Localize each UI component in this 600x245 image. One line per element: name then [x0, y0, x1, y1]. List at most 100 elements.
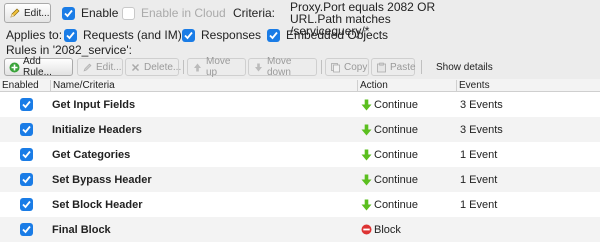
delete-rule-label: Delete...	[144, 61, 182, 73]
checkbox-unchecked-icon	[122, 6, 135, 20]
checkbox-checked-icon	[20, 148, 33, 161]
row-events: 1 Event	[460, 173, 498, 186]
green-down-arrow-icon	[361, 199, 372, 211]
row-action: Continue	[361, 117, 418, 142]
add-rule-button[interactable]: Add Rule...	[4, 56, 73, 78]
table-header: Enabled Name/Criteria Action Events	[0, 79, 600, 92]
edit-button[interactable]: Edit...	[4, 3, 51, 23]
row-action: Continue	[361, 142, 418, 167]
row-action: Continue	[361, 167, 418, 192]
rules-toolbar: Add Rule... Edit... Delete... Move up Mo…	[0, 56, 600, 78]
checkbox-checked-icon	[182, 28, 195, 42]
row-enabled-checkbox[interactable]	[20, 142, 33, 167]
row-name: Initialize Headers	[52, 123, 142, 136]
edit-button-label: Edit...	[24, 7, 50, 19]
pencil-icon	[9, 7, 21, 19]
green-down-arrow-icon	[361, 149, 372, 161]
checkbox-checked-icon	[20, 98, 33, 111]
row-action: Block	[361, 217, 401, 242]
copy-label: Copy	[344, 61, 368, 73]
row-events: 1 Event	[460, 198, 498, 211]
row-enabled-checkbox[interactable]	[20, 92, 33, 117]
checkbox-checked-icon	[20, 123, 33, 136]
paste-icon	[376, 62, 387, 73]
row-enabled-checkbox[interactable]	[20, 217, 33, 242]
add-icon	[9, 62, 20, 73]
row-action-label: Continue	[374, 123, 419, 136]
table-row[interactable]: Get Categories Continue 1 Event	[0, 142, 600, 167]
row-enabled-checkbox[interactable]	[20, 167, 33, 192]
add-rule-label: Add Rule...	[23, 56, 52, 78]
enable-checkbox[interactable]: Enable	[62, 6, 118, 20]
header-action[interactable]: Action	[357, 80, 456, 92]
row-name: Get Categories	[52, 148, 131, 161]
arrow-down-icon	[253, 62, 264, 73]
copy-icon	[330, 62, 341, 73]
row-action-label: Continue	[374, 173, 419, 186]
header-events[interactable]: Events	[456, 80, 600, 92]
table-row[interactable]: Initialize Headers Continue 3 Events	[0, 117, 600, 142]
checkbox-checked-icon	[20, 173, 33, 186]
show-details-button[interactable]: Show details	[431, 58, 499, 76]
arrow-up-icon	[192, 62, 203, 73]
row-action: Continue	[361, 92, 418, 117]
table-row[interactable]: Set Block Header Continue 1 Event	[0, 192, 600, 217]
checkbox-checked-icon	[62, 6, 75, 20]
row-action-label: Continue	[374, 98, 419, 111]
enable-in-cloud-checkbox[interactable]: Enable in Cloud	[122, 6, 226, 20]
responses-checkbox[interactable]: Responses	[182, 28, 261, 42]
delete-icon	[130, 62, 141, 73]
checkbox-checked-icon	[20, 198, 33, 211]
red-stop-icon	[361, 224, 372, 235]
header-enabled[interactable]: Enabled	[0, 80, 50, 92]
move-down-label: Move down	[267, 56, 292, 78]
paste-button[interactable]: Paste	[371, 58, 416, 76]
row-action-label: Block	[374, 223, 401, 236]
row-enabled-checkbox[interactable]	[20, 192, 33, 217]
row-name: Final Block	[52, 223, 111, 236]
toolbar-divider	[183, 60, 184, 74]
row-name: Set Block Header	[52, 198, 143, 211]
table-row[interactable]: Set Bypass Header Continue 1 Event	[0, 167, 600, 192]
green-down-arrow-icon	[361, 99, 372, 111]
enable-label: Enable	[81, 6, 119, 20]
delete-rule-button[interactable]: Delete...	[125, 58, 182, 76]
green-down-arrow-icon	[361, 174, 372, 186]
move-down-button[interactable]: Move down	[248, 56, 317, 78]
row-events: 3 Events	[460, 98, 503, 111]
move-up-label: Move up	[206, 56, 231, 78]
toolbar-divider	[421, 60, 422, 74]
row-events: 3 Events	[460, 123, 503, 136]
embedded-objects-label: Embedded Objects	[286, 28, 389, 42]
rules-table: Enabled Name/Criteria Action Events Get …	[0, 79, 600, 245]
checkbox-checked-icon	[267, 28, 280, 42]
row-enabled-checkbox[interactable]	[20, 117, 33, 142]
edit-rule-button[interactable]: Edit...	[77, 58, 123, 76]
pencil-icon	[82, 62, 93, 73]
rules-in-label: Rules in '2082_service':	[6, 43, 132, 57]
header-name-criteria[interactable]: Name/Criteria	[50, 80, 357, 92]
edit-rule-label: Edit...	[96, 61, 122, 73]
table-row[interactable]: Get Input Fields Continue 3 Events	[0, 92, 600, 117]
row-action-label: Continue	[374, 198, 419, 211]
paste-label: Paste	[390, 61, 416, 73]
green-down-arrow-icon	[361, 124, 372, 136]
row-name: Set Bypass Header	[52, 173, 152, 186]
rule-header-row: Edit... Enable Enable in Cloud Criteria:…	[0, 0, 600, 37]
requests-checkbox[interactable]: Requests (and IM)	[64, 28, 182, 42]
table-row[interactable]: Final Block Block	[0, 217, 600, 242]
row-action-label: Continue	[374, 148, 419, 161]
row-name: Get Input Fields	[52, 98, 136, 111]
responses-label: Responses	[201, 28, 262, 42]
row-action: Continue	[361, 192, 418, 217]
enable-in-cloud-label: Enable in Cloud	[141, 6, 226, 20]
move-up-button[interactable]: Move up	[187, 56, 246, 78]
criteria-label: Criteria:	[233, 6, 276, 20]
embedded-objects-checkbox[interactable]: Embedded Objects	[267, 28, 388, 42]
checkbox-checked-icon	[64, 28, 77, 42]
requests-label: Requests (and IM)	[83, 28, 182, 42]
copy-button[interactable]: Copy	[325, 58, 369, 76]
applies-to-label: Applies to:	[6, 28, 63, 42]
checkbox-checked-icon	[20, 223, 33, 236]
show-details-label: Show details	[436, 61, 493, 73]
